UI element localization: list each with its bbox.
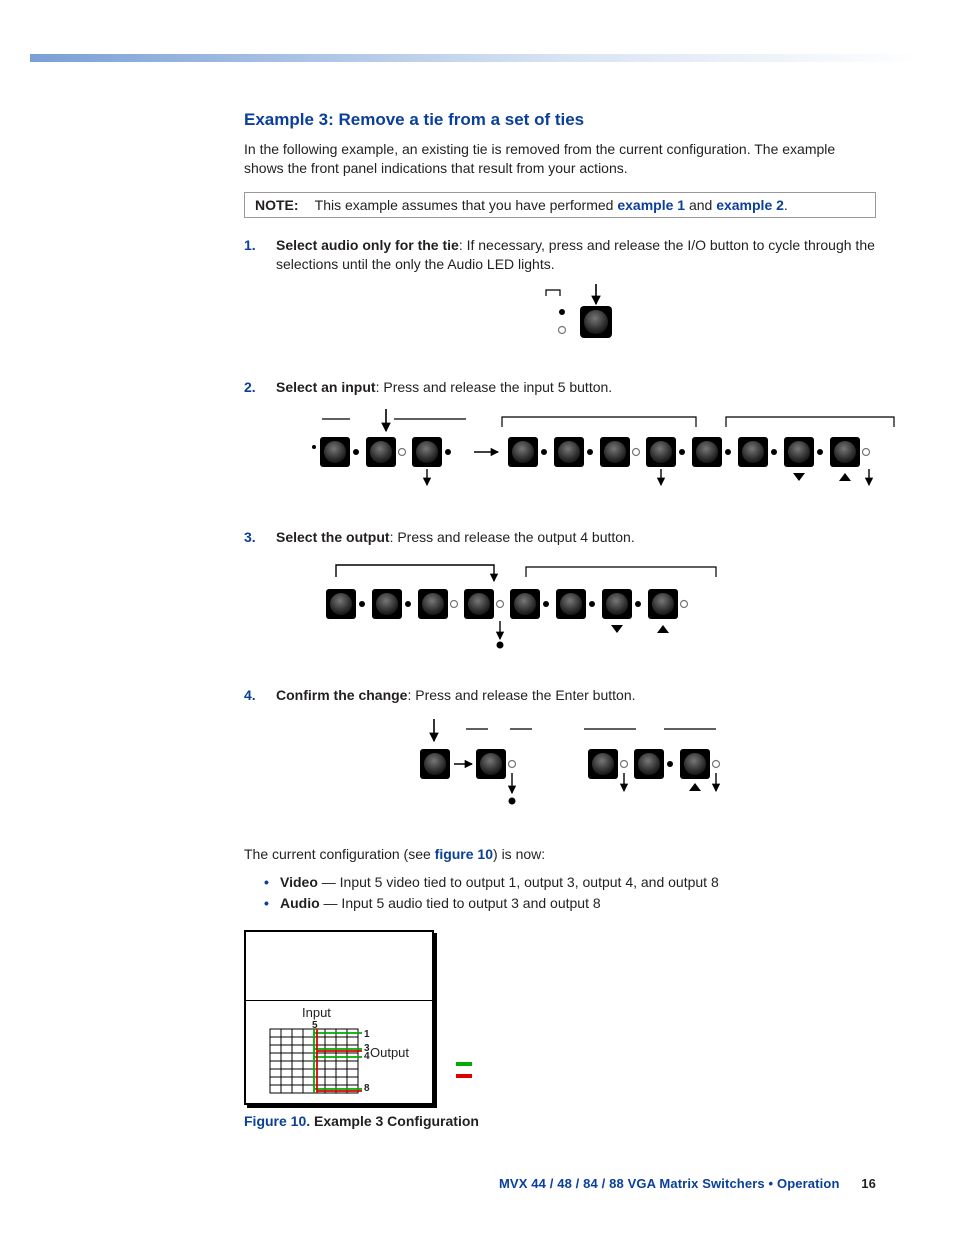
note-link-2[interactable]: example 2 bbox=[716, 197, 784, 213]
step-4: 4. Confirm the change: Press and release… bbox=[244, 686, 876, 820]
config-bullets: Video — Input 5 video tied to output 1, … bbox=[244, 872, 876, 914]
legend-swatches bbox=[456, 1058, 486, 1088]
step-2-illustration bbox=[276, 407, 876, 502]
config-link-figure-10[interactable]: figure 10 bbox=[435, 846, 493, 862]
header-gradient bbox=[30, 54, 924, 62]
step-title: Select audio only for the tie bbox=[276, 237, 459, 253]
step-title: Confirm the change bbox=[276, 687, 407, 703]
step-number: 4. bbox=[244, 686, 256, 705]
bullet-label: Audio bbox=[280, 895, 320, 911]
page-content: Example 3: Remove a tie from a set of ti… bbox=[244, 110, 876, 1129]
section-heading: Example 3: Remove a tie from a set of ti… bbox=[244, 110, 876, 130]
step-4-illustration bbox=[276, 715, 876, 820]
step-title: Select the output bbox=[276, 529, 390, 545]
step-3-illustration bbox=[306, 557, 876, 660]
note-text-before: This example assumes that you have perfo… bbox=[315, 197, 618, 213]
step-body: : Press and release the input 5 button. bbox=[376, 379, 613, 395]
bullet-text: — Input 5 audio tied to output 3 and out… bbox=[320, 895, 601, 911]
figure-10-grid-area: Input 5 Output 1 3 4 8 bbox=[246, 1000, 432, 1105]
bullet-label: Video bbox=[280, 874, 318, 890]
figure-text: Example 3 Configuration bbox=[314, 1113, 479, 1129]
steps-list: 1. Select audio only for the tie: If nec… bbox=[244, 236, 876, 820]
step-1: 1. Select audio only for the tie: If nec… bbox=[244, 236, 876, 353]
step-title: Select an input bbox=[276, 379, 376, 395]
step-body: : Press and release the Enter button. bbox=[407, 687, 635, 703]
figure-10-box: Input 5 Output 1 3 4 8 bbox=[244, 930, 434, 1105]
note-text-mid: and bbox=[685, 197, 716, 213]
config-before: The current configuration (see bbox=[244, 846, 435, 862]
bullet-audio: Audio — Input 5 audio tied to output 3 a… bbox=[264, 893, 876, 914]
step-number: 3. bbox=[244, 528, 256, 547]
note-text-after: . bbox=[784, 197, 788, 213]
step-1-illustration bbox=[276, 284, 876, 353]
footer-page-number: 16 bbox=[861, 1176, 876, 1191]
intro-paragraph: In the following example, an existing ti… bbox=[244, 140, 876, 178]
step-body: : Press and release the output 4 button. bbox=[390, 529, 635, 545]
config-line: The current configuration (see figure 10… bbox=[244, 846, 876, 862]
note-box: NOTE: This example assumes that you have… bbox=[244, 192, 876, 218]
step-number: 2. bbox=[244, 378, 256, 397]
figure-label: Figure 10. bbox=[244, 1113, 314, 1129]
bullet-text: — Input 5 video tied to output 1, output… bbox=[318, 874, 719, 890]
figure-caption: Figure 10. Example 3 Configuration bbox=[244, 1113, 876, 1129]
config-after: ) is now: bbox=[493, 846, 545, 862]
footer-text: MVX 44 / 48 / 84 / 88 VGA Matrix Switche… bbox=[499, 1176, 840, 1191]
bullet-video: Video — Input 5 video tied to output 1, … bbox=[264, 872, 876, 893]
step-2: 2. Select an input: Press and release th… bbox=[244, 378, 876, 502]
page-footer: MVX 44 / 48 / 84 / 88 VGA Matrix Switche… bbox=[499, 1176, 876, 1191]
note-label: NOTE: bbox=[255, 197, 311, 213]
note-link-1[interactable]: example 1 bbox=[617, 197, 685, 213]
step-number: 1. bbox=[244, 236, 256, 255]
step-3: 3. Select the output: Press and release … bbox=[244, 528, 876, 660]
